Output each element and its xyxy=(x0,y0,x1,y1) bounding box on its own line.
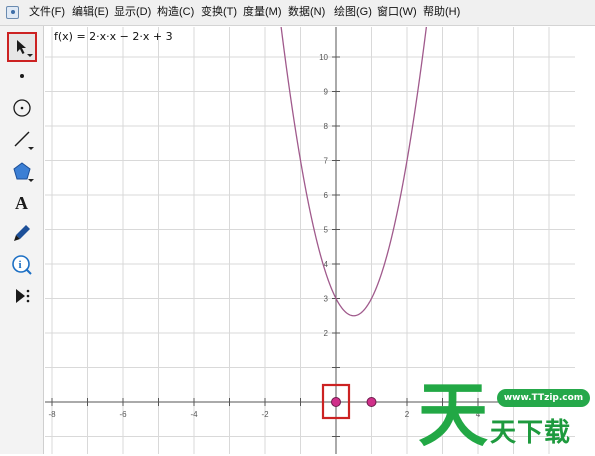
polygon-tool-icon xyxy=(12,161,32,181)
menu-window[interactable]: 窗口(W) xyxy=(377,5,417,19)
app-icon[interactable] xyxy=(6,6,19,19)
y-tick-label: 5 xyxy=(324,226,329,235)
watermark-logo: 天 xyxy=(418,374,488,456)
point-tool-icon xyxy=(17,71,27,81)
x-tick-label: -2 xyxy=(261,410,269,419)
marker-pen-icon xyxy=(12,223,32,243)
menu-help[interactable]: 帮助(H) xyxy=(423,5,460,19)
text-tool-icon: A xyxy=(12,192,32,212)
menu-construct[interactable]: 构造(C) xyxy=(157,5,194,19)
information-icon: i xyxy=(11,254,33,276)
function-label[interactable]: f(x) = 2·x·x − 2·x + 3 xyxy=(54,30,173,43)
custom-tool[interactable] xyxy=(8,282,36,310)
menu-transform[interactable]: 变换(T) xyxy=(201,5,237,19)
x-tick-label: -6 xyxy=(119,410,127,419)
arrow-select-icon xyxy=(14,39,30,55)
y-tick-label: 3 xyxy=(324,295,329,304)
point-tool[interactable] xyxy=(8,62,36,90)
grid-lines xyxy=(45,27,575,454)
x-tick-label: -4 xyxy=(190,410,198,419)
x-tick-label: -8 xyxy=(48,410,56,419)
straightedge-line-icon xyxy=(12,129,32,149)
svg-text:i: i xyxy=(19,259,22,271)
y-tick-label: 6 xyxy=(324,191,329,200)
menu-graph[interactable]: 绘图(G) xyxy=(334,5,372,19)
x-tick-label: 2 xyxy=(405,410,410,419)
graph-canvas[interactable]: -8 -6 -4 -2 2 4 2345678910 xyxy=(45,27,575,454)
compass-circle-icon xyxy=(12,98,32,118)
compass-tool[interactable] xyxy=(8,94,36,122)
marker-tool[interactable] xyxy=(8,219,36,247)
menu-file[interactable]: 文件(F) xyxy=(29,5,65,19)
point-1[interactable] xyxy=(366,397,377,407)
toolbox: A i xyxy=(0,26,44,454)
straightedge-tool[interactable] xyxy=(8,125,36,153)
svg-text:A: A xyxy=(15,193,28,212)
arrow-select-tool[interactable] xyxy=(7,32,37,62)
menu-measure[interactable]: 度量(M) xyxy=(243,5,282,19)
custom-tool-icon xyxy=(12,286,32,306)
y-tick-label: 7 xyxy=(324,157,329,166)
watermark-url: www.TTzip.com xyxy=(497,389,590,407)
function-curve[interactable] xyxy=(280,27,428,317)
point-0[interactable] xyxy=(331,397,341,407)
menu-bar: 文件(F) 编辑(E) 显示(D) 构造(C) 变换(T) 度量(M) 数据(N… xyxy=(0,0,595,26)
y-tick-label: 9 xyxy=(324,88,329,97)
menu-display[interactable]: 显示(D) xyxy=(114,5,151,19)
information-tool[interactable]: i xyxy=(8,251,36,279)
watermark-text: 天下载 xyxy=(490,418,572,448)
y-tick-label: 8 xyxy=(324,122,329,131)
menu-data[interactable]: 数据(N) xyxy=(288,5,325,19)
y-tick-label: 2 xyxy=(324,329,329,338)
x-tick-labels: -8 -6 -4 -2 2 4 xyxy=(48,410,480,419)
text-tool[interactable]: A xyxy=(8,188,36,216)
y-tick-label: 10 xyxy=(319,53,328,62)
polygon-tool[interactable] xyxy=(8,157,36,185)
menu-edit[interactable]: 编辑(E) xyxy=(72,5,109,19)
